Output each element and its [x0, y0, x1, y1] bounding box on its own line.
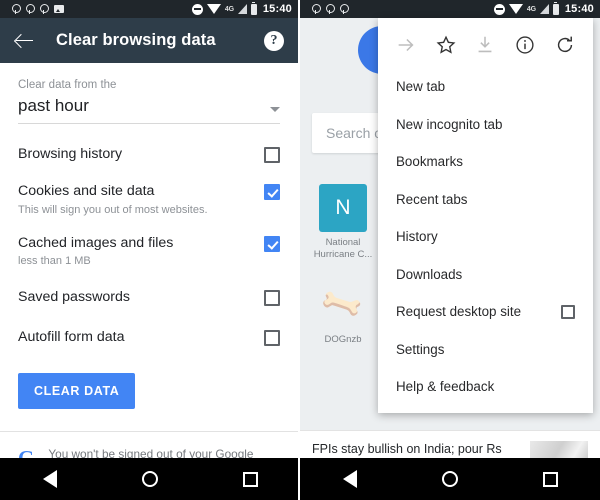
clear-data-form: Clear data from the past hour Browsing h… — [0, 63, 298, 474]
menu-item-downloads[interactable]: Downloads — [378, 256, 593, 294]
wifi-icon — [206, 4, 221, 14]
network-label: 4G — [224, 5, 234, 13]
signal-bars-icon — [237, 4, 247, 14]
menu-item-request-desktop-site[interactable]: Request desktop site — [378, 293, 593, 331]
option-row-saved-passwords[interactable]: Saved passwords — [18, 289, 280, 307]
nav-back-icon[interactable] — [342, 470, 357, 488]
menu-item-settings[interactable]: Settings — [378, 331, 593, 369]
status-bar: 4G 15:40 — [300, 0, 600, 18]
nav-home-icon[interactable] — [141, 471, 158, 487]
option-subtitle: This will sign you out of most websites. — [18, 203, 208, 216]
system-nav-bar — [0, 458, 298, 500]
status-right-icons: 4G 15:40 — [191, 1, 292, 15]
nav-recents-icon[interactable] — [542, 471, 558, 487]
menu-item-label: New tab — [396, 79, 446, 95]
status-left-icons — [12, 3, 64, 15]
star-icon[interactable] — [435, 34, 457, 56]
menu-item-label: Settings — [396, 341, 445, 357]
checkbox-autofill[interactable] — [264, 330, 280, 346]
tile-label: DOGnzb — [324, 333, 362, 345]
menu-item-bookmarks[interactable]: Bookmarks — [378, 143, 593, 181]
news-thumbnail — [530, 441, 588, 458]
tile-icon: N — [319, 184, 367, 232]
signal-bars-icon — [539, 4, 549, 14]
location-pin-icon — [40, 3, 49, 15]
location-pin-icon — [326, 3, 335, 15]
do-not-disturb-icon — [493, 3, 505, 15]
location-pin-icon — [12, 3, 21, 15]
left-phone-screen: 4G 15:40 Clear browsing data ? Clear dat… — [0, 0, 300, 500]
network-label: 4G — [526, 5, 536, 13]
status-bar: 4G 15:40 — [0, 0, 298, 18]
forward-arrow-icon[interactable] — [395, 34, 417, 56]
option-title: Cached images and files — [18, 234, 174, 251]
menu-item-recent-tabs[interactable]: Recent tabs — [378, 181, 593, 219]
overflow-menu: New tab New incognito tab Bookmarks Rece… — [378, 18, 593, 413]
status-clock: 15:40 — [262, 3, 292, 15]
option-title: Cookies and site data — [18, 182, 155, 199]
checkbox-browsing-history[interactable] — [264, 147, 280, 163]
time-range-value: past hour — [18, 96, 89, 115]
option-subtitle: less than 1 MB — [18, 255, 91, 268]
nav-home-icon[interactable] — [441, 471, 458, 487]
menu-item-label: Recent tabs — [396, 191, 468, 207]
page-title: Clear browsing data — [56, 31, 216, 49]
bone-icon: 🦴 — [318, 280, 367, 328]
location-pin-icon — [26, 3, 35, 15]
tile-dognzb[interactable]: 🦴 DOGnzb — [312, 281, 374, 346]
status-left-icons — [312, 3, 349, 15]
option-row-cookies[interactable]: Cookies and site data This will sign you… — [18, 183, 280, 216]
time-range-label: Clear data from the — [18, 79, 117, 91]
location-pin-icon — [340, 3, 349, 15]
photo-icon — [54, 5, 64, 13]
menu-item-history[interactable]: History — [378, 218, 593, 256]
location-pin-icon — [312, 3, 321, 15]
system-nav-bar — [300, 458, 600, 500]
screenshot-root: 4G 15:40 Clear browsing data ? Clear dat… — [0, 0, 600, 500]
menu-item-label: New incognito tab — [396, 116, 503, 132]
chevron-down-icon — [270, 107, 280, 112]
menu-item-label: Help & feedback — [396, 379, 495, 395]
menu-item-label: Bookmarks — [396, 154, 463, 170]
news-article-card[interactable]: FPIs stay bullish on India; pour Rs — [300, 430, 600, 458]
option-title: Saved passwords — [18, 289, 130, 306]
tile-national-hurricane[interactable]: N National Hurricane C... — [312, 184, 374, 261]
tile-label: National Hurricane C... — [313, 237, 373, 260]
download-icon[interactable] — [474, 34, 496, 56]
option-row-browsing-history[interactable]: Browsing history — [18, 146, 280, 164]
wifi-icon — [508, 4, 523, 14]
time-range-dropdown[interactable]: past hour — [18, 96, 280, 124]
help-icon[interactable]: ? — [264, 30, 284, 51]
status-clock: 15:40 — [564, 3, 594, 15]
right-phone-screen: 4G 15:40 Search or N National Hurricane … — [300, 0, 600, 500]
back-arrow-icon[interactable] — [14, 30, 36, 52]
checkbox-saved-passwords[interactable] — [264, 290, 280, 307]
option-title: Autofill form data — [18, 329, 125, 345]
menu-item-label: Downloads — [396, 266, 463, 282]
status-right-icons: 4G 15:40 — [493, 1, 594, 15]
app-bar: Clear browsing data ? — [0, 18, 298, 63]
menu-item-new-incognito-tab[interactable]: New incognito tab — [378, 106, 593, 144]
menu-item-new-tab[interactable]: New tab — [378, 68, 593, 106]
battery-icon — [552, 1, 559, 15]
option-title: Browsing history — [18, 146, 123, 162]
checkbox-cached-images[interactable] — [264, 235, 280, 252]
refresh-icon[interactable] — [554, 34, 576, 56]
do-not-disturb-icon — [191, 3, 203, 15]
menu-icon-row — [378, 22, 593, 68]
menu-item-help-feedback[interactable]: Help & feedback — [378, 368, 593, 406]
nav-back-icon[interactable] — [42, 470, 57, 488]
news-headline: FPIs stay bullish on India; pour Rs — [312, 442, 502, 456]
clear-data-button[interactable]: CLEAR DATA — [18, 372, 136, 409]
menu-item-label: Request desktop site — [396, 304, 522, 320]
menu-item-label: History — [396, 229, 438, 245]
option-row-autofill[interactable]: Autofill form data — [18, 329, 280, 347]
nav-recents-icon[interactable] — [242, 471, 258, 487]
option-row-cached-images[interactable]: Cached images and files less than 1 MB — [18, 234, 280, 268]
battery-icon — [250, 1, 257, 15]
info-icon[interactable] — [514, 34, 536, 56]
checkbox-cookies[interactable] — [264, 183, 280, 200]
checkbox-request-desktop-site[interactable] — [561, 304, 575, 319]
